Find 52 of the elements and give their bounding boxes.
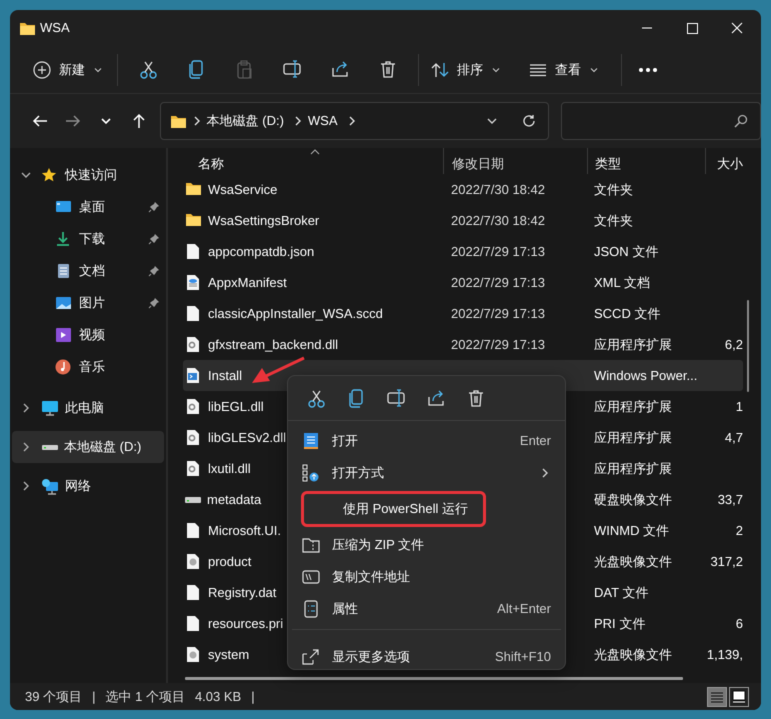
- type-text: 应用程序扩展: [594, 336, 672, 352]
- size-text: 317,2: [710, 554, 743, 569]
- date-text: 2022/7/29 17:13: [451, 306, 545, 321]
- date-text: 2022/7/30 18:42: [451, 182, 545, 197]
- type-text: 光盘映像文件: [594, 646, 672, 662]
- date-text: 2022/7/30 18:42: [451, 212, 545, 228]
- status-text: |: [251, 688, 255, 706]
- date-text: 2022/7/29 17:13: [451, 244, 545, 259]
- type-text: 光盘映像文件: [594, 554, 672, 569]
- type-text: 应用程序扩展: [594, 398, 672, 414]
- type-text: DAT 文件: [594, 584, 648, 600]
- type-text: 文件夹: [594, 212, 633, 228]
- size-text: 6,2: [724, 336, 743, 352]
- file-name: resources.pri: [208, 614, 284, 633]
- size-text: 33,7: [718, 492, 743, 507]
- size-text: 2: [736, 522, 743, 538]
- type-text: 文件夹: [594, 182, 633, 197]
- file-name: system: [208, 646, 250, 664]
- file-name: classicAppInstaller_WSA.sccd: [208, 304, 383, 323]
- status-text: 选中 1 个项目: [105, 688, 185, 706]
- type-text: SCCD 文件: [594, 306, 660, 321]
- file-name: AppxManifest: [208, 274, 287, 292]
- file-name: libEGL.dll: [208, 398, 264, 416]
- type-text: JSON 文件: [594, 244, 658, 259]
- file-name: appcompatdb.json: [208, 242, 314, 261]
- file-name: WsaSettingsBroker: [208, 212, 320, 230]
- file-name: lxutil.dll: [208, 460, 251, 478]
- type-text: Windows Power...: [594, 368, 698, 383]
- file-name: WsaService: [208, 180, 278, 199]
- file-name: gfxstream_backend.dll: [208, 336, 338, 354]
- file-name: Install: [208, 366, 242, 385]
- status-text: 39 个项目: [25, 688, 82, 706]
- type-text: 应用程序扩展: [594, 430, 672, 445]
- size-text: 1: [736, 398, 743, 414]
- file-name: libGLESv2.dll: [208, 428, 286, 447]
- file-name: Microsoft.UI.: [208, 522, 281, 540]
- type-text: 应用程序扩展: [594, 460, 672, 476]
- size-text: 4,7: [724, 430, 743, 445]
- status-text: 4.03 KB: [194, 688, 242, 706]
- type-text: 硬盘映像文件: [594, 492, 672, 507]
- size-text: 1,139,: [706, 646, 743, 662]
- status-text: |: [92, 688, 96, 706]
- file-name: Registry.dat: [208, 584, 276, 602]
- window-title: WSA: [40, 19, 70, 38]
- type-text: XML 文档: [594, 274, 650, 290]
- date-text: 2022/7/29 17:13: [451, 274, 545, 290]
- type-text: PRI 文件: [594, 616, 646, 631]
- type-text: WINMD 文件: [594, 522, 670, 538]
- date-text: 2022/7/29 17:13: [451, 336, 545, 352]
- file-name: metadata: [207, 490, 262, 509]
- size-text: 6: [736, 616, 743, 631]
- file-name: product: [208, 552, 252, 571]
